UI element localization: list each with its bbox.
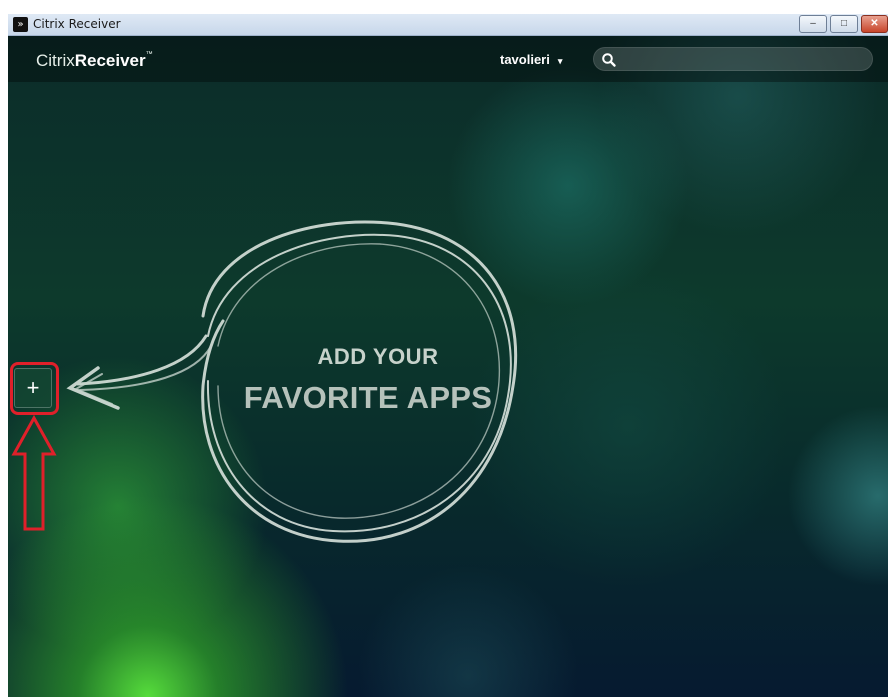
close-button[interactable]: ✕ — [861, 15, 888, 33]
empty-state-heading-line2: FAVORITE APPS — [243, 380, 493, 415]
window-title: Citrix Receiver — [33, 17, 121, 31]
annotation-highlight-box — [10, 362, 59, 415]
receiver-main-area: CitrixReceiver™ tavolieri ▾ ADD YOUR FAVO… — [8, 36, 888, 697]
maximize-button[interactable]: □ — [830, 15, 858, 33]
citrix-app-icon: » — [13, 17, 28, 32]
empty-state-heading-line1: ADD YOUR — [317, 344, 439, 369]
annotation-up-arrow-icon — [11, 414, 57, 531]
minimize-button[interactable]: – — [799, 15, 827, 33]
window-titlebar: » Citrix Receiver – □ ✕ — [8, 14, 888, 36]
